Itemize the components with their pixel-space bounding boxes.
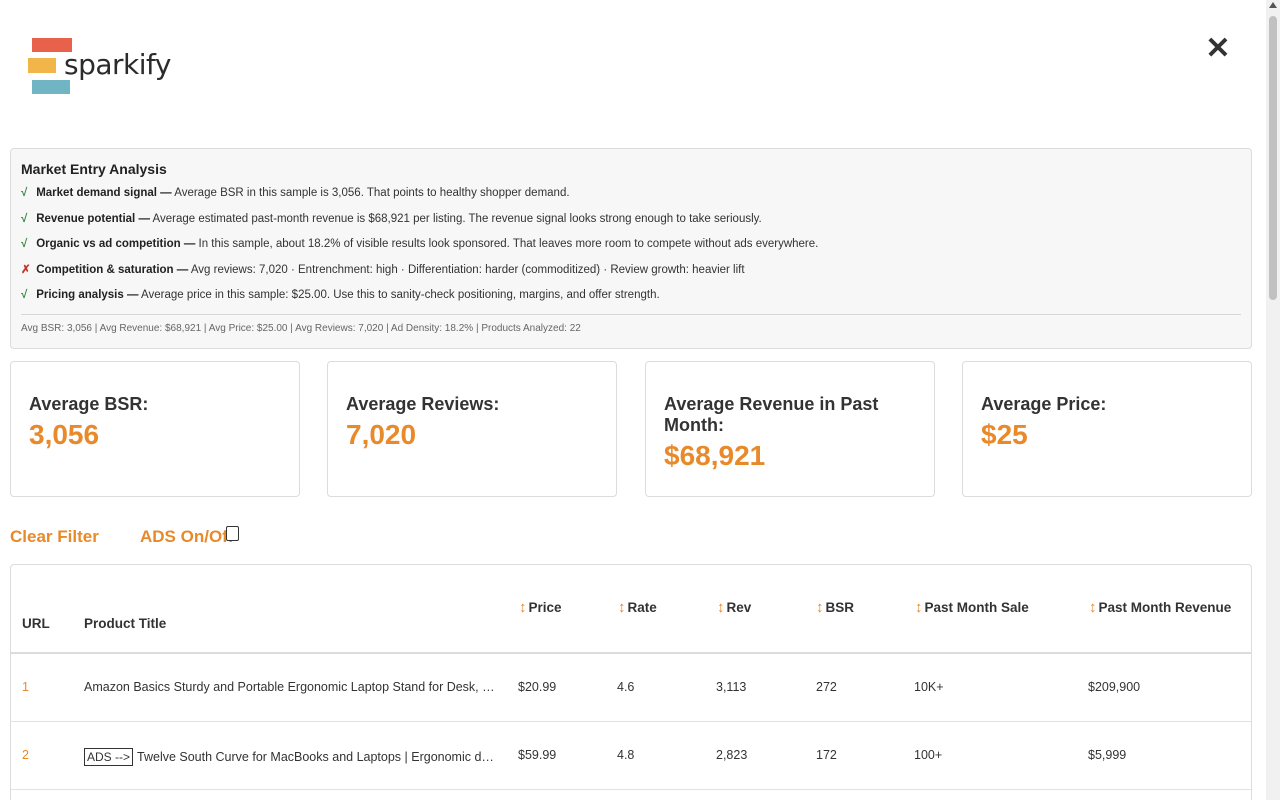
ads-toggle-checkbox[interactable]	[226, 526, 239, 541]
sort-arrows-icon: ↕	[915, 599, 923, 616]
analysis-point: √ Revenue potential — Average estimated …	[21, 210, 1241, 236]
metric-card: Average Revenue in Past Month: $68,921	[645, 361, 935, 497]
filter-bar: Clear Filter ADS On/Off	[10, 523, 610, 551]
close-icon[interactable]: ✕	[1204, 32, 1232, 66]
cell-rev: 3,113	[716, 680, 747, 694]
clear-filter-button[interactable]: Clear Filter	[10, 527, 99, 547]
analysis-summary: Avg BSR: 3,056 | Avg Revenue: $68,921 | …	[21, 322, 581, 334]
product-title-text: Twelve South Curve for MacBooks and Lapt…	[137, 750, 498, 764]
sort-arrows-icon: ↕	[1089, 599, 1097, 616]
table-header: URL Product Title ↕ Price ↕ Rate ↕ Rev ↕ BSR…	[11, 565, 1251, 654]
column-header-url: URL	[22, 616, 50, 631]
analysis-point: ✗ Competition & saturation — Avg reviews…	[21, 261, 1241, 287]
sort-arrows-icon: ↕	[519, 599, 527, 616]
analysis-point-label: Pricing analysis —	[36, 289, 139, 301]
metric-card: Average BSR: 3,056	[10, 361, 300, 497]
sort-arrows-icon: ↕	[816, 599, 824, 616]
metric-card-value: $68,921	[664, 440, 766, 471]
product-url-link[interactable]: 1	[22, 680, 29, 694]
analysis-point-text: Average estimated past-month revenue is …	[149, 212, 762, 225]
cell-rev: 2,823	[716, 748, 748, 762]
cell-pms: 10K+	[914, 680, 944, 694]
cell-bsr: 272	[816, 680, 837, 694]
cell-price: $59.99	[518, 748, 557, 762]
market-entry-analysis-panel: Market Entry Analysis √ Market demand si…	[10, 148, 1252, 349]
metric-card-label: Average Revenue in Past Month:	[664, 394, 879, 435]
analysis-point-label: Market demand signal —	[36, 187, 172, 199]
metric-cards: Average BSR: 3,056 Average Reviews: 7,020 Av…	[10, 361, 1252, 497]
analysis-point-label: Revenue potential —	[36, 212, 150, 225]
column-header-rate-label: Rate	[627, 600, 657, 615]
logo-bar-blue	[32, 80, 70, 94]
table-row[interactable]: 1 Amazon Basics Sturdy and Portable Ergon…	[11, 654, 1251, 722]
cell-rate: 4.8	[617, 748, 635, 762]
check-icon: √	[21, 187, 28, 199]
logo-wordmark: sparkify	[64, 48, 171, 81]
analysis-point-label: Organic vs ad competition —	[36, 238, 196, 250]
analysis-point-text: Average BSR in this sample is 3,056. Tha…	[171, 187, 570, 199]
sparkify-logo: sparkify	[28, 38, 171, 98]
product-table: URL Product Title ↕ Price ↕ Rate ↕ Rev ↕ BSR…	[10, 564, 1252, 800]
column-header-past-month-revenue[interactable]: ↕ Past Month Revenue	[1089, 599, 1231, 616]
metric-card: Average Price: $25	[962, 361, 1252, 497]
column-header-title: Product Title	[84, 616, 167, 631]
column-header-pmr-label: Past Month Revenue	[1098, 600, 1232, 615]
cell-pms: 100+	[914, 748, 943, 762]
metric-card: Average Reviews: 7,020	[327, 361, 617, 497]
analysis-point-text: Average price in this sample: $25.00. Us…	[138, 289, 660, 301]
column-header-price-label: Price	[528, 600, 562, 615]
check-icon: √	[21, 238, 28, 250]
metric-card-label: Average Price:	[981, 394, 1107, 414]
sort-arrows-icon: ↕	[717, 599, 725, 616]
analysis-point-text: In this sample, about 18.2% of visible r…	[195, 238, 819, 250]
analysis-point-label: Competition & saturation —	[36, 263, 189, 276]
product-title: Amazon Basics Sturdy and Portable Ergono…	[84, 680, 498, 694]
scrollbar[interactable]	[1266, 0, 1280, 800]
cell-pmr: $5,999	[1088, 748, 1127, 762]
analysis-title: Market Entry Analysis	[21, 161, 167, 177]
product-title: ADS --> Twelve South Curve for MacBooks a…	[84, 748, 498, 766]
column-header-past-month-sale[interactable]: ↕ Past Month Sale	[915, 599, 1029, 616]
check-icon: √	[21, 289, 28, 301]
analysis-point: √ Market demand signal — Average BSR in …	[21, 184, 1241, 210]
table-row[interactable]: 2 ADS --> Twelve South Curve for MacBooks …	[11, 722, 1251, 790]
analysis-point-text: Avg reviews: 7,020 · Entrenchment: high …	[188, 263, 745, 276]
ads-toggle-label: ADS On/Off	[140, 527, 234, 546]
metric-card-value: $25	[981, 419, 1028, 450]
cell-pmr: $209,900	[1088, 680, 1141, 694]
cross-icon: ✗	[21, 263, 31, 276]
logo-bar-yellow	[28, 58, 56, 73]
column-header-price[interactable]: ↕ Price	[519, 599, 562, 616]
column-header-rev[interactable]: ↕ Rev	[717, 599, 751, 616]
analysis-point: √ Organic vs ad competition — In this sa…	[21, 235, 1241, 261]
column-header-pms-label: Past Month Sale	[924, 600, 1029, 615]
cell-price: $20.99	[518, 680, 557, 694]
column-header-bsr-label: BSR	[825, 600, 855, 615]
metric-card-label: Average BSR:	[29, 394, 149, 414]
metric-card-value: 3,056	[29, 419, 100, 450]
column-header-rate[interactable]: ↕ Rate	[618, 599, 657, 616]
metric-card-label: Average Reviews:	[346, 394, 500, 414]
check-icon: √	[21, 212, 28, 225]
column-header-bsr[interactable]: ↕ BSR	[816, 599, 854, 616]
scrollbar-thumb[interactable]	[1269, 16, 1277, 300]
column-header-rev-label: Rev	[726, 600, 752, 615]
analysis-points: √ Market demand signal — Average BSR in …	[21, 184, 1241, 312]
ads-tag: ADS -->	[84, 748, 134, 766]
analysis-point: √ Pricing analysis — Average price in th…	[21, 286, 1241, 312]
sort-arrows-icon: ↕	[618, 599, 626, 616]
product-url-link[interactable]: 2	[22, 748, 29, 762]
product-title-text: Amazon Basics Sturdy and Portable Ergono…	[84, 680, 498, 694]
scroll-up-arrow-icon[interactable]	[1269, 2, 1277, 8]
metric-card-value: 7,020	[346, 419, 417, 450]
cell-rate: 4.6	[617, 680, 635, 694]
cell-bsr: 172	[816, 748, 837, 762]
analysis-divider	[21, 313, 1241, 315]
modal-header: sparkify ✕	[0, 0, 1266, 140]
